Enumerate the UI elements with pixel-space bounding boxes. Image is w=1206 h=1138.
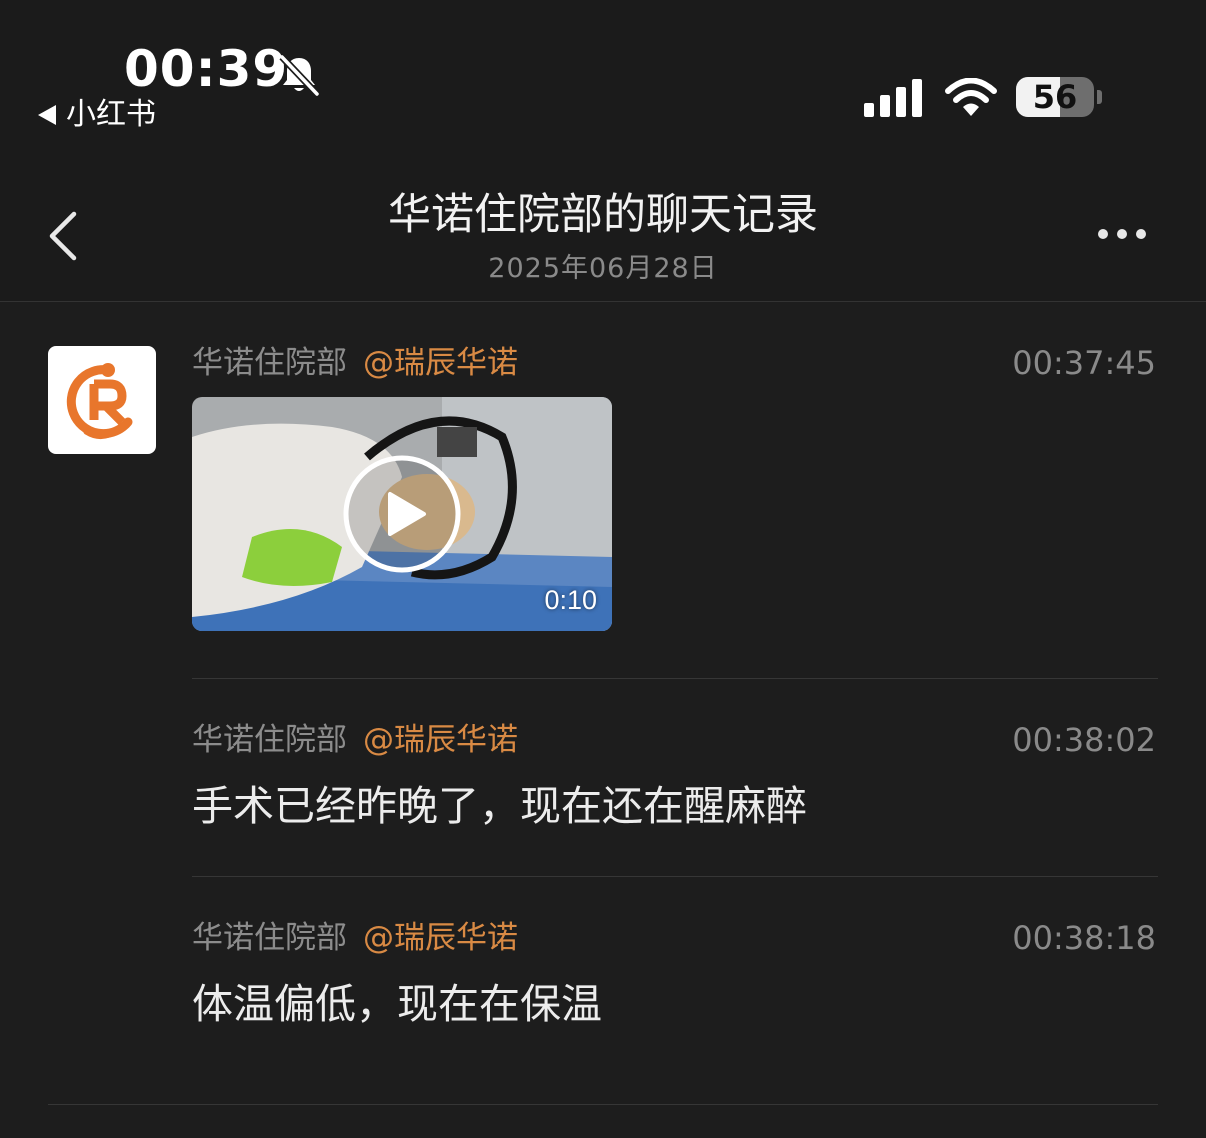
battery-percent: 56 <box>1032 78 1078 116</box>
more-icon[interactable] <box>1098 220 1154 248</box>
message-time: 00:37:45 <box>1012 344 1156 382</box>
battery-icon: 56 <box>1016 77 1102 119</box>
message-text: 手术已经昨晚了，现在还在醒麻醉 <box>192 782 807 830</box>
signal-icon <box>864 79 922 117</box>
wifi-icon <box>945 78 997 116</box>
message-time: 00:38:18 <box>1012 919 1156 957</box>
nav-bar: 华诺住院部的聊天记录 2025年06月28日 <box>0 160 1206 302</box>
message-item: 华诺住院部 @瑞辰华诺 00:38:02 手术已经昨晚了，现在还在醒麻醉 <box>192 720 1158 831</box>
video-message[interactable]: 0:10 <box>192 397 612 631</box>
message-sender: 华诺住院部 <box>192 722 347 758</box>
message-sender: 华诺住院部 <box>192 345 347 381</box>
video-duration: 0:10 <box>544 585 597 615</box>
message-item: 华诺住院部 @瑞辰华诺 00:38:18 体温偏低，现在在保温 <box>192 918 1158 1029</box>
message-mention[interactable]: @瑞辰华诺 <box>363 920 518 956</box>
divider <box>48 1104 1158 1105</box>
message-item: 华诺住院部 @瑞辰华诺 00:37:45 <box>192 343 1158 383</box>
avatar[interactable] <box>48 346 156 454</box>
message-text: 体温偏低，现在在保温 <box>192 980 602 1028</box>
message-mention[interactable]: @瑞辰华诺 <box>363 722 518 758</box>
status-bar: 00:39 小红书 56 <box>0 0 1206 160</box>
message-time: 00:38:02 <box>1012 721 1156 759</box>
back-to-app-link[interactable]: 小红书 <box>38 100 156 130</box>
play-icon[interactable] <box>342 454 462 574</box>
message-sender: 华诺住院部 <box>192 920 347 956</box>
bell-muted-icon <box>279 54 320 97</box>
page-subtitle-date: 2025年06月28日 <box>488 253 718 284</box>
divider <box>192 678 1158 679</box>
divider <box>192 876 1158 877</box>
page-title: 华诺住院部的聊天记录 <box>388 190 818 240</box>
hospital-logo-icon <box>66 363 133 439</box>
status-time: 00:39 <box>124 40 289 98</box>
back-triangle-icon <box>38 105 56 125</box>
message-mention[interactable]: @瑞辰华诺 <box>363 345 518 381</box>
back-app-label: 小红书 <box>66 97 156 132</box>
